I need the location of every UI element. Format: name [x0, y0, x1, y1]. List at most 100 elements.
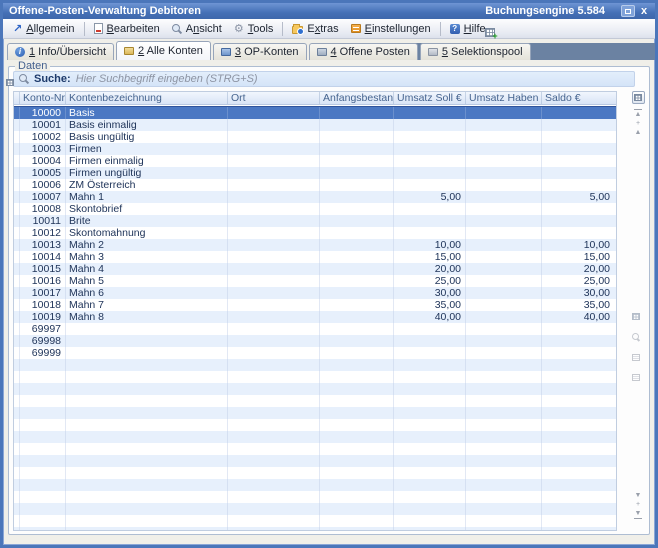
cell-bezeichnung: Mahn 4 — [66, 263, 228, 275]
gear-icon: ⚙ — [234, 24, 244, 34]
table-row[interactable]: 10012 Skontomahnung — [14, 227, 616, 239]
menu-item-tools[interactable]: ⚙ Tools — [228, 21, 280, 37]
cell-ort — [228, 131, 320, 143]
table-row[interactable]: 10014 Mahn 3 15,00 15,00 — [14, 251, 616, 263]
scroll-down-buttons[interactable]: ▼ + ▼ — [630, 491, 646, 519]
grid-view-icon[interactable] — [632, 313, 640, 320]
scroll-up-buttons[interactable]: ▲ + ▲ — [630, 109, 646, 137]
restore-button[interactable] — [621, 5, 635, 17]
scroll-to-bottom-icon[interactable]: ▼ — [634, 509, 642, 519]
cell-umsatz-soll — [394, 527, 466, 530]
menu-item-extras[interactable]: Extras — [286, 21, 344, 37]
cell-ort — [228, 359, 320, 371]
menu-separator — [84, 22, 85, 36]
menu-item-bearbeiten[interactable]: Bearbeiten — [88, 21, 166, 37]
cell-bezeichnung: Skontomahnung — [66, 227, 228, 239]
cell-bezeichnung: Mahn 5 — [66, 275, 228, 287]
tab-op-konten[interactable]: 3 OP-Konten — [213, 43, 307, 60]
cell-umsatz-soll: 10,00 — [394, 239, 466, 251]
cell-konto-nr — [20, 443, 66, 455]
table-row — [14, 503, 616, 515]
cell-saldo — [542, 503, 614, 515]
cell-umsatz-soll — [394, 167, 466, 179]
cell-anfangsbestand — [320, 419, 394, 431]
cell-umsatz-haben — [466, 431, 542, 443]
table-row[interactable]: 10002 Basis ungültig — [14, 131, 616, 143]
table-row[interactable]: 69998 — [14, 335, 616, 347]
cell-bezeichnung — [66, 527, 228, 530]
cell-umsatz-soll — [394, 395, 466, 407]
column-header-konto-nr[interactable]: Konto-Nr. — [20, 92, 66, 104]
table-row[interactable]: 10013 Mahn 2 10,00 10,00 — [14, 239, 616, 251]
table-row[interactable]: 10001 Basis einmalig — [14, 119, 616, 131]
table-body: 10000 Basis 10001 Basis einmalig 10002 B… — [14, 106, 616, 530]
customize-grid-icon[interactable] — [485, 28, 495, 37]
table-row[interactable]: 10004 Firmen einmalig — [14, 155, 616, 167]
open-items-icon — [317, 48, 327, 56]
search-input[interactable]: Suche: Hier Suchbegriff eingeben (STRG+S… — [13, 71, 635, 87]
cell-ort — [228, 251, 320, 263]
scroll-up-icon[interactable]: ▲ — [630, 128, 646, 137]
table-row[interactable]: 10011 Brite — [14, 215, 616, 227]
magnifier-icon — [172, 24, 182, 34]
table-row[interactable]: 69999 — [14, 347, 616, 359]
table-row — [14, 479, 616, 491]
menu-item-einstellungen[interactable]: Einstellungen — [345, 21, 437, 37]
cell-umsatz-soll — [394, 131, 466, 143]
close-button[interactable]: x — [637, 5, 651, 17]
grid-layout-icon[interactable] — [6, 79, 14, 86]
scroll-drag-icon[interactable]: + — [630, 119, 646, 128]
cell-anfangsbestand — [320, 515, 394, 527]
grid-filter-icon[interactable] — [632, 374, 640, 381]
scroll-to-top-icon[interactable]: ▲ — [634, 109, 642, 119]
cell-anfangsbestand — [320, 479, 394, 491]
table-row[interactable]: 10018 Mahn 7 35,00 35,00 — [14, 299, 616, 311]
table-row — [14, 359, 616, 371]
column-header-bezeichnung[interactable]: Kontenbezeichnung — [66, 92, 228, 104]
op-accounts-icon — [221, 48, 231, 56]
cell-ort — [228, 407, 320, 419]
table-row[interactable]: 10015 Mahn 4 20,00 20,00 — [14, 263, 616, 275]
cell-umsatz-soll — [394, 491, 466, 503]
table-row[interactable]: 10008 Skontobrief — [14, 203, 616, 215]
table-row[interactable]: 10016 Mahn 5 25,00 25,00 — [14, 275, 616, 287]
scroll-drag-icon[interactable]: + — [630, 500, 646, 509]
cell-saldo — [542, 107, 614, 119]
scroll-down-icon[interactable]: ▼ — [630, 491, 646, 500]
cell-bezeichnung — [66, 347, 228, 359]
menu-item-ansicht[interactable]: Ansicht — [166, 21, 228, 37]
table-row[interactable]: 10003 Firmen — [14, 143, 616, 155]
tab-offene-posten[interactable]: 4 Offene Posten — [309, 43, 418, 60]
cell-saldo — [542, 323, 614, 335]
cell-anfangsbestand — [320, 503, 394, 515]
column-chooser-button[interactable] — [632, 91, 645, 104]
table-row[interactable]: 10006 ZM Österreich — [14, 179, 616, 191]
cell-umsatz-haben — [466, 179, 542, 191]
cell-ort — [228, 215, 320, 227]
cell-umsatz-haben — [466, 131, 542, 143]
grid-search-icon[interactable] — [632, 333, 640, 341]
column-header-umsatz-haben[interactable]: Umsatz Haben € — [466, 92, 542, 104]
table-row[interactable]: 69997 — [14, 323, 616, 335]
column-header-ort[interactable]: Ort — [228, 92, 320, 104]
table-row[interactable]: 10017 Mahn 6 30,00 30,00 — [14, 287, 616, 299]
cell-anfangsbestand — [320, 203, 394, 215]
column-header-anfangsbestand[interactable]: Anfangsbestand — [320, 92, 394, 104]
menu-item-allgemein[interactable]: ↗ Allgemein — [7, 21, 81, 37]
cell-bezeichnung — [66, 407, 228, 419]
tab-alle-konten[interactable]: 2 Alle Konten — [116, 41, 211, 60]
grid-summary-icon[interactable] — [632, 354, 640, 361]
tab-info-uebersicht[interactable]: i 1 Info/Übersicht — [7, 43, 114, 60]
cell-saldo — [542, 455, 614, 467]
cell-umsatz-haben — [466, 491, 542, 503]
column-header-umsatz-soll[interactable]: Umsatz Soll € — [394, 92, 466, 104]
menu-label: Hilfe — [464, 23, 486, 35]
cell-anfangsbestand — [320, 275, 394, 287]
table-row[interactable]: 10000 Basis — [14, 106, 616, 119]
table-row[interactable]: 10019 Mahn 8 40,00 40,00 — [14, 311, 616, 323]
table-row[interactable]: 10005 Firmen ungültig — [14, 167, 616, 179]
tab-selektionspool[interactable]: 5 Selektionspool — [420, 43, 531, 60]
table-row[interactable]: 10007 Mahn 1 5,00 5,00 — [14, 191, 616, 203]
cell-umsatz-soll — [394, 371, 466, 383]
column-header-saldo[interactable]: Saldo € — [542, 92, 614, 104]
